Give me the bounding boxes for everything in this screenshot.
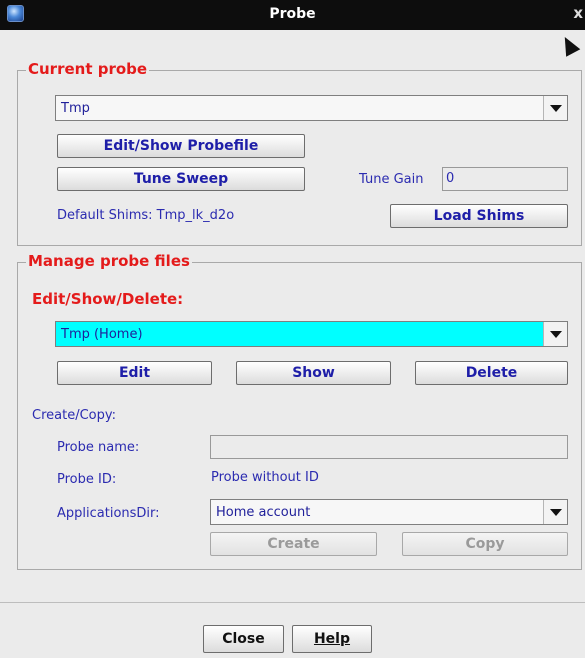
applications-dir-select[interactable]: Home account	[210, 499, 568, 525]
probe-select[interactable]: Tmp	[55, 95, 568, 121]
probe-file-select[interactable]: Tmp (Home)	[55, 321, 568, 347]
window-title: Probe	[269, 6, 316, 22]
create-button[interactable]: Create	[210, 532, 377, 556]
edit-button[interactable]: Edit	[57, 361, 212, 385]
show-button[interactable]: Show	[236, 361, 391, 385]
edit-show-delete-label: Edit/Show/Delete:	[32, 290, 184, 308]
probe-name-field[interactable]	[210, 435, 568, 459]
delete-button[interactable]: Delete	[415, 361, 568, 385]
probe-file-select-value: Tmp (Home)	[61, 327, 143, 342]
close-button[interactable]: Close	[203, 625, 284, 653]
current-probe-legend: Current probe	[26, 60, 150, 78]
edit-show-probefile-button[interactable]: Edit/Show Probefile	[57, 134, 305, 158]
tune-gain-value: 0	[446, 171, 455, 186]
mouse-pointer-icon	[557, 33, 581, 57]
probe-select-value: Tmp	[61, 101, 90, 116]
help-button[interactable]: Help	[292, 625, 372, 653]
probe-id-label: Probe ID:	[57, 472, 117, 487]
default-shims-text: Default Shims: Tmp_lk_d2o	[57, 208, 235, 223]
tune-gain-label: Tune Gain	[359, 172, 424, 187]
chevron-down-icon[interactable]	[543, 96, 567, 120]
probe-id-value: Probe without ID	[211, 470, 319, 485]
chevron-down-icon[interactable]	[543, 500, 567, 524]
applications-dir-value: Home account	[216, 505, 311, 520]
applications-dir-label: ApplicationsDir:	[57, 506, 160, 521]
manage-probe-files-legend: Manage probe files	[26, 252, 192, 270]
load-shims-button[interactable]: Load Shims	[390, 204, 568, 228]
title-bar: Probe x	[0, 0, 585, 30]
tune-gain-field[interactable]: 0	[442, 167, 568, 191]
tune-sweep-button[interactable]: Tune Sweep	[57, 167, 305, 191]
create-copy-label: Create/Copy:	[32, 408, 116, 423]
probe-name-label: Probe name:	[57, 440, 140, 455]
chevron-down-icon[interactable]	[543, 322, 567, 346]
close-window-icon[interactable]: x	[573, 4, 583, 22]
footer-separator	[0, 602, 585, 603]
copy-button[interactable]: Copy	[402, 532, 568, 556]
